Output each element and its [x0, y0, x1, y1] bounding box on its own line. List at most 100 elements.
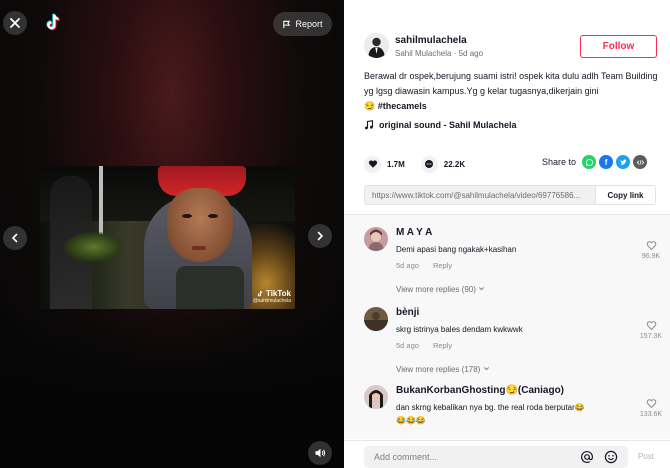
tiktok-watermark: TikTok @sahilmulachela [253, 289, 291, 304]
author-avatar-image [364, 33, 389, 58]
whatsapp-icon [585, 158, 593, 166]
chevron-left-icon [11, 233, 18, 243]
info-pane: sahilmulachela Sahil Mulachela · 5d ago … [344, 0, 670, 468]
comments-list[interactable]: M A Y A Demi apasi bang ngakak+kasihan 5… [344, 214, 670, 439]
view-more-replies[interactable]: View more replies (178) [396, 365, 490, 374]
twitter-icon [619, 158, 627, 165]
volume-icon [315, 448, 326, 458]
embed-share-button[interactable] [633, 155, 648, 169]
comment-composer: Post [344, 440, 670, 468]
comment-text: skrg istrinya bales dendam kwkwwk [396, 325, 523, 334]
engagement-stats: 1.7M 22.2K [364, 155, 465, 173]
video-player[interactable]: TikTok @sahilmulachela [40, 166, 295, 309]
report-label: Report [295, 19, 323, 29]
commenter-avatar-image [364, 385, 388, 409]
watermark-username: @sahilmulachela [252, 298, 291, 304]
embed-code-icon [636, 159, 644, 165]
comment-text: dan skrng kebalikan nya bg. the real rod… [396, 403, 585, 412]
facebook-share-button[interactable]: f [599, 155, 614, 169]
emoji-icon[interactable] [604, 450, 618, 464]
hashtag-link[interactable]: #thecamels [378, 101, 427, 111]
author-username[interactable]: sahilmulachela [395, 35, 467, 46]
commenter-name[interactable]: BukanKorbanGhosting😏(Caniago) [396, 385, 564, 396]
video-plant [64, 232, 124, 262]
comment-item: BukanKorbanGhosting😏(Caniago) dan skrng … [364, 385, 664, 435]
mention-icon[interactable] [580, 450, 594, 464]
tiktok-watermark-icon [257, 290, 263, 296]
video-eye [182, 214, 192, 218]
caption-text: Berawal dr ospek,berujung suami istri! o… [364, 71, 658, 96]
commenter-avatar[interactable] [364, 385, 388, 409]
comment-button[interactable] [420, 155, 438, 173]
tiktok-logo-icon[interactable] [42, 12, 64, 34]
video-link-box: https://www.tiktok.com/@sahilmulachela/v… [364, 185, 656, 205]
video-url[interactable]: https://www.tiktok.com/@sahilmulachela/v… [365, 191, 595, 200]
flag-icon [283, 20, 291, 28]
comment-time: 5d ago [396, 341, 419, 350]
comment-like-count: 133.6K [639, 411, 663, 418]
close-icon [10, 18, 20, 28]
watermark-brand: TikTok [265, 289, 291, 298]
music-title: original sound - Sahil Mulachela [379, 120, 517, 130]
copy-link-button[interactable]: Copy link [595, 186, 655, 204]
close-button[interactable] [3, 11, 27, 35]
commenter-avatar-image [364, 307, 388, 331]
like-button[interactable] [364, 155, 381, 173]
caption-emoji: 😏 [364, 101, 376, 111]
heart-outline-icon [646, 241, 656, 251]
comment-meta: 5d ago Reply [396, 341, 452, 350]
volume-button[interactable] [308, 441, 332, 465]
comment-like-button[interactable]: 133.6K [638, 398, 664, 418]
comment-text-emojis: 😂😂😂 [396, 416, 426, 425]
share-label: Share to [542, 157, 577, 167]
comment-like-button[interactable]: 96.9K [638, 240, 664, 260]
view-more-replies[interactable]: View more replies (90) [396, 285, 485, 294]
commenter-name[interactable]: bènji [396, 307, 419, 318]
commenter-avatar[interactable] [364, 307, 388, 331]
comment-icon [425, 160, 434, 168]
previous-video-button[interactable] [3, 226, 27, 250]
reply-button[interactable]: Reply [433, 261, 452, 270]
comment-like-button[interactable]: 157.3K [638, 320, 664, 340]
video-eye [208, 214, 218, 218]
comment-like-count: 96.9K [641, 253, 661, 260]
video-body [176, 266, 244, 309]
share-row: Share to f [542, 155, 648, 169]
facebook-icon: f [604, 157, 608, 167]
video-pane: Report TikTok @sahilmulachela [0, 0, 344, 468]
heart-outline-icon [646, 321, 656, 331]
music-link[interactable]: original sound - Sahil Mulachela [364, 120, 517, 130]
video-caption: Berawal dr ospek,berujung suami istri! o… [364, 69, 660, 114]
twitter-share-button[interactable] [616, 155, 631, 169]
like-count: 1.7M [387, 159, 405, 169]
video-face [167, 188, 233, 262]
view-more-label: View more replies (90) [396, 285, 476, 294]
commenter-avatar[interactable] [364, 227, 388, 251]
commenter-avatar-image [364, 227, 388, 251]
comment-item: M A Y A Demi apasi bang ngakak+kasihan 5… [364, 227, 664, 272]
comment-time: 5d ago [396, 261, 419, 270]
comment-text: Demi apasi bang ngakak+kasihan [396, 245, 517, 254]
commenter-name[interactable]: M A Y A [396, 227, 432, 238]
post-time: 5d ago [458, 49, 484, 58]
chevron-down-icon [483, 367, 489, 371]
music-note-icon [365, 120, 374, 130]
chevron-down-icon [479, 287, 485, 291]
chevron-right-icon [317, 231, 324, 241]
author-subtitle: Sahil Mulachela · 5d ago [395, 49, 483, 58]
author-display-name: Sahil Mulachela [395, 49, 452, 58]
report-button[interactable]: Report [273, 12, 332, 36]
heart-outline-icon [646, 399, 656, 409]
whatsapp-share-button[interactable] [582, 155, 597, 169]
video-mouth [192, 246, 206, 250]
author-avatar[interactable] [364, 33, 389, 58]
comment-meta: 5d ago Reply [396, 261, 452, 270]
post-comment-button[interactable]: Post [638, 452, 654, 461]
heart-icon [368, 160, 377, 168]
view-more-label: View more replies (178) [396, 365, 481, 374]
comment-item: bènji skrg istrinya bales dendam kwkwwk … [364, 307, 664, 352]
follow-button[interactable]: Follow [580, 35, 657, 58]
next-video-button[interactable] [308, 224, 332, 248]
comment-count: 22.2K [443, 159, 466, 169]
reply-button[interactable]: Reply [433, 341, 452, 350]
